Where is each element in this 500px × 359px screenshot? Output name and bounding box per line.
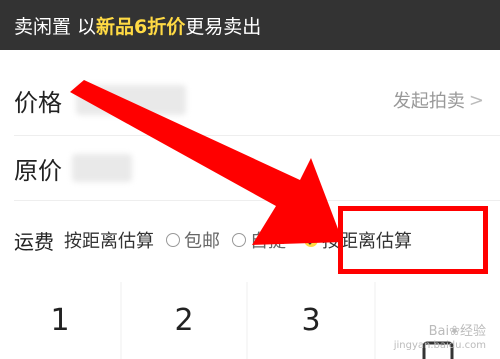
watermark-line2: jingyan.baidu.com [393, 340, 486, 351]
annotation-arrow-icon [70, 80, 343, 245]
watermark: Bai❀经验 jingyan.baidu.com [394, 325, 486, 353]
watermark-line1: Bai❀经验 [428, 324, 486, 339]
